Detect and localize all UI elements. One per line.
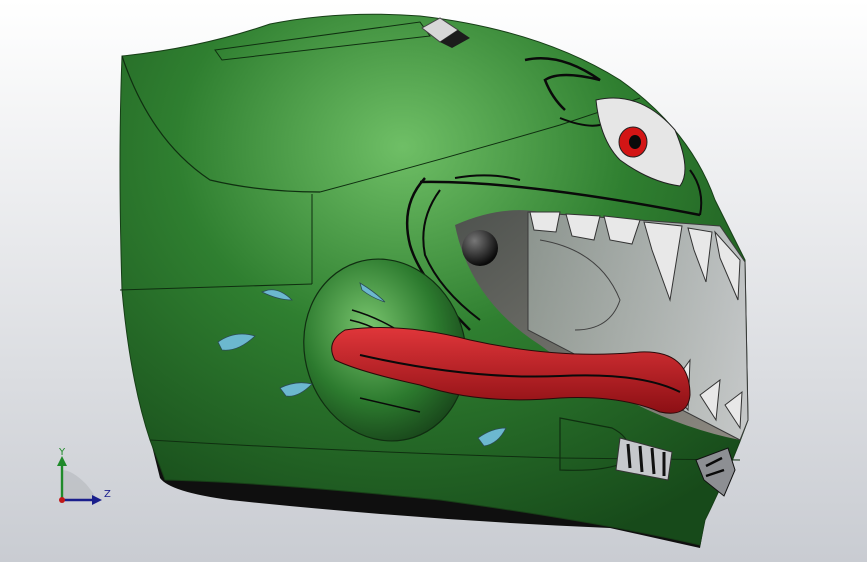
triad-y-label: Y (58, 447, 66, 458)
triad-z-label: Z (104, 489, 111, 500)
visor-pivot-button[interactable] (462, 230, 498, 266)
triad-x-axis-dot (59, 497, 65, 503)
graphics-viewport[interactable]: Y Z (0, 0, 867, 562)
cad-canvas[interactable]: Y Z (0, 0, 867, 562)
